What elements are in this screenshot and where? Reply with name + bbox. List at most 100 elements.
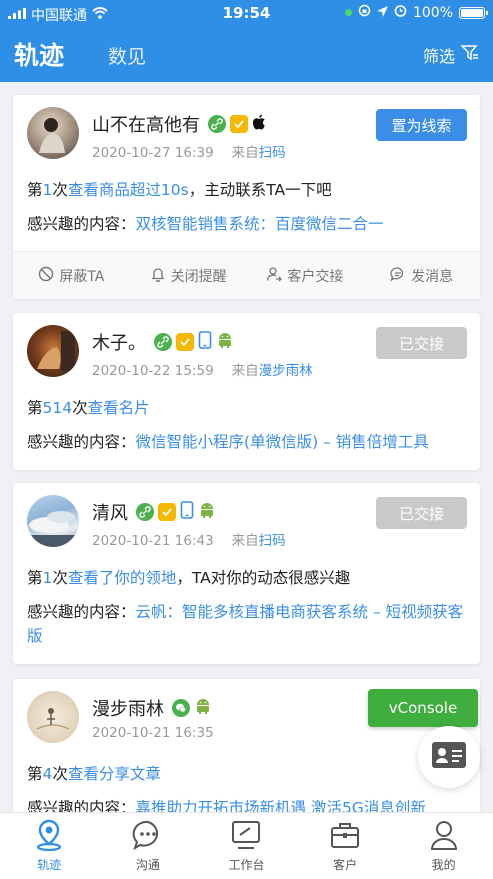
visit-action-link[interactable]: 查看了你的领地 <box>68 569 177 587</box>
business-card-button[interactable] <box>418 726 480 788</box>
visit-suffix: ，主动联系TA一下吧 <box>188 181 332 199</box>
visit-count-unit: 次 <box>72 399 88 417</box>
chat-icon <box>390 266 406 286</box>
visit-action-link[interactable]: 查看分享文章 <box>68 765 161 783</box>
visit-count: 1 <box>42 181 53 199</box>
visit-time: 2020-10-21 16:43 <box>92 533 214 549</box>
tab-bar-profile-label: 我的 <box>431 858 456 872</box>
visitor-card: 木子。 2020-10-22 15:59 来自漫步雨林 已交接 第514次查看名片… <box>13 313 480 470</box>
tab-bar-trajectory[interactable]: 轨迹 <box>0 813 99 879</box>
visit-count: 4 <box>42 765 53 783</box>
visit-count-unit: 次 <box>52 181 68 199</box>
briefcase-icon <box>329 819 361 854</box>
visit-count-unit: 次 <box>52 765 68 783</box>
tab-trajectory[interactable]: 轨迹 <box>14 36 64 72</box>
tab-bar-chat-label: 沟通 <box>135 858 160 872</box>
visit-action-link[interactable]: 查看商品超过10s <box>68 181 189 199</box>
status-bar: 中国联通 19:54 100% <box>0 0 493 26</box>
visitor-name: 木子。 <box>92 333 146 354</box>
interest-link[interactable]: 微信智能小程序(单微信版) – 销售倍增工具 <box>136 433 429 451</box>
monitor-icon <box>230 819 262 854</box>
bottom-tab-bar: 轨迹 沟通 工作台 客户 我的 <box>0 812 493 879</box>
avatar[interactable] <box>27 107 79 159</box>
interest-link[interactable]: 双核智能销售系统：百度微信二合一 <box>136 215 384 233</box>
filter-label: 筛选 <box>422 47 455 66</box>
visitor-name: 清风 <box>92 503 128 524</box>
phone-icon <box>180 500 194 524</box>
source-link[interactable]: 扫码 <box>259 533 286 549</box>
visit-count: 1 <box>42 569 53 587</box>
contact-card-icon <box>432 742 466 772</box>
visit-count-prefix: 第 <box>27 181 43 199</box>
filter-button[interactable]: 筛选 <box>423 43 479 67</box>
close-reminder-label: 关闭提醒 <box>170 268 227 285</box>
tab-bar-workbench[interactable]: 工作台 <box>197 813 296 879</box>
avatar[interactable] <box>27 495 79 547</box>
link-badge-icon <box>208 115 226 133</box>
tab-bar-profile[interactable]: 我的 <box>394 813 493 879</box>
set-as-lead-button[interactable]: 置为线索 <box>376 109 467 141</box>
bell-icon <box>150 266 166 286</box>
android-icon <box>216 331 234 354</box>
block-button[interactable]: 屏蔽TA <box>13 252 130 299</box>
person-icon <box>428 819 460 854</box>
android-icon <box>198 501 216 524</box>
source-link[interactable]: 扫码 <box>259 145 286 161</box>
link-badge-icon <box>154 333 172 351</box>
link-badge-icon <box>136 503 154 521</box>
phone-icon <box>198 330 212 354</box>
tab-bar-customers-label: 客户 <box>333 858 358 872</box>
source-link[interactable]: 漫步雨林 <box>259 363 313 379</box>
tab-bar-chat[interactable]: 沟通 <box>99 813 198 879</box>
handed-over-button: 已交接 <box>376 327 467 359</box>
source-prefix: 来自 <box>231 533 259 549</box>
visit-suffix: ，TA对你的动态很感兴趣 <box>176 569 351 587</box>
interest-label: 感兴趣的内容： <box>27 215 136 233</box>
alarm-icon <box>394 4 407 21</box>
lock-rotation-icon <box>358 4 371 21</box>
avatar[interactable] <box>27 325 79 377</box>
send-message-button[interactable]: 发消息 <box>363 252 480 299</box>
tab-bar-workbench-label: 工作台 <box>228 858 265 872</box>
battery-percent: 100% <box>412 4 453 21</box>
visitor-card: 清风 2020-10-21 16:43 来自扫码 已交接 第1次查看了你的领地，T… <box>13 483 480 664</box>
filter-icon <box>460 44 479 66</box>
source-prefix: 来自 <box>231 363 259 379</box>
visit-count-prefix: 第 <box>27 765 43 783</box>
visit-count-prefix: 第 <box>27 399 43 417</box>
visitor-card: 山不在高他有 2020-10-27 16:39 来自扫码 置为线索 第1次查看商品… <box>13 95 480 299</box>
visitor-name: 漫步雨林 <box>92 699 164 720</box>
interest-label: 感兴趣的内容： <box>27 433 136 451</box>
visit-count-prefix: 第 <box>27 569 43 587</box>
visit-time: 2020-10-27 16:39 <box>92 145 214 161</box>
apple-icon <box>252 113 268 136</box>
visit-time: 2020-10-22 15:59 <box>92 363 214 379</box>
customer-handover-label: 客户交接 <box>287 268 344 285</box>
block-label: 屏蔽TA <box>59 268 105 285</box>
customer-handover-button[interactable]: 客户交接 <box>247 252 364 299</box>
location-icon <box>376 5 388 21</box>
visit-action-link[interactable]: 查看名片 <box>88 399 150 417</box>
user-transfer-icon <box>266 266 283 286</box>
source-prefix: 来自 <box>231 145 259 161</box>
visit-time: 2020-10-21 16:35 <box>92 725 214 741</box>
block-icon <box>38 266 54 286</box>
verified-badge-icon <box>230 115 248 133</box>
chat-bubble-icon <box>132 819 164 854</box>
vconsole-button[interactable]: vConsole <box>368 689 478 727</box>
android-icon <box>194 697 212 720</box>
card-actions: 屏蔽TA 关闭提醒 客户交接 发消息 <box>13 251 480 299</box>
visitor-name: 山不在高他有 <box>92 115 200 136</box>
visit-count: 514 <box>42 399 73 417</box>
wechat-icon <box>172 699 190 717</box>
send-message-label: 发消息 <box>411 268 454 285</box>
tab-insight[interactable]: 数见 <box>108 42 146 69</box>
interest-label: 感兴趣的内容： <box>27 603 136 621</box>
avatar[interactable] <box>27 691 79 743</box>
close-reminder-button[interactable]: 关闭提醒 <box>130 252 247 299</box>
tab-bar-customers[interactable]: 客户 <box>296 813 395 879</box>
visit-count-unit: 次 <box>52 569 68 587</box>
location-pin-icon <box>34 819 64 854</box>
mic-indicator-icon <box>344 9 352 16</box>
verified-badge-icon <box>176 333 194 351</box>
